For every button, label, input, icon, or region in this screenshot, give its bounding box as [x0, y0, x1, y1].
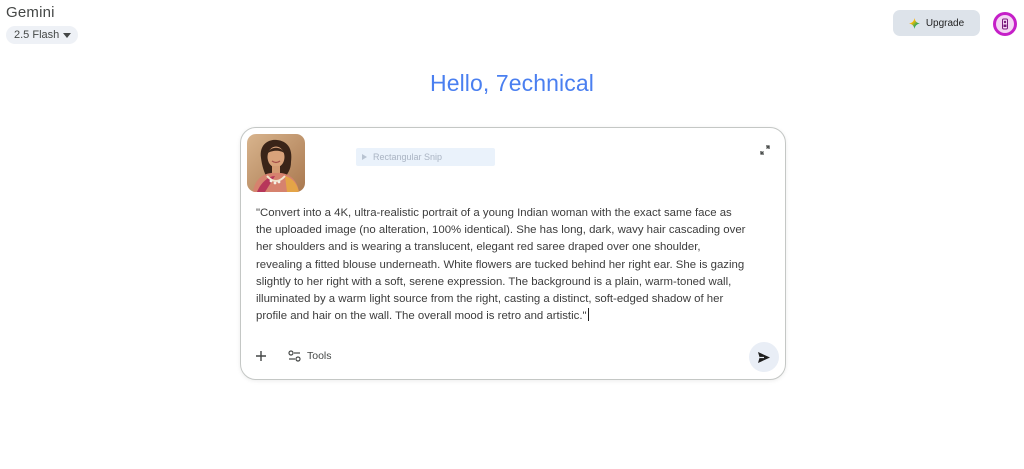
add-attachment-button[interactable] — [253, 348, 269, 364]
text-cursor — [587, 308, 589, 322]
upgrade-label: Upgrade — [925, 17, 965, 29]
expand-button[interactable] — [757, 142, 773, 158]
prompt-input[interactable]: "Convert into a 4K, ultra-realistic port… — [256, 205, 776, 325]
plus-icon — [256, 351, 266, 361]
user-glyph-icon — [1002, 18, 1008, 30]
avatar-image — [996, 15, 1014, 33]
tools-label: Tools — [307, 350, 332, 362]
chevron-down-icon — [63, 33, 72, 38]
rectangular-snip-label: Rectangular Snip — [373, 152, 443, 162]
rectangular-snip-overlay: Rectangular Snip — [356, 148, 495, 166]
avatar[interactable] — [993, 12, 1017, 36]
tools-button[interactable]: Tools — [288, 347, 332, 365]
greeting-heading: Hello, 7echnical — [430, 70, 594, 96]
upgrade-button[interactable]: Upgrade — [893, 10, 980, 36]
send-icon — [758, 351, 770, 363]
model-picker[interactable]: 2.5 Flash — [6, 26, 79, 44]
portrait-image — [247, 134, 305, 192]
model-label: 2.5 Flash — [14, 29, 60, 41]
expand-icon — [760, 145, 770, 155]
prompt-text: "Convert into a 4K, ultra-realistic port… — [256, 207, 746, 323]
send-button[interactable] — [749, 342, 779, 372]
uploaded-image-thumbnail[interactable] — [247, 134, 305, 192]
sparkle-icon — [908, 17, 920, 29]
prompt-card[interactable]: Rectangular Snip "Convert into a 4K, ult… — [240, 127, 786, 380]
play-icon — [362, 154, 367, 160]
app-title: Gemini — [6, 4, 55, 21]
tune-icon — [288, 350, 301, 362]
gemini-app: Gemini 2.5 Flash Upgrade Hello, 7echnica… — [0, 0, 1024, 469]
